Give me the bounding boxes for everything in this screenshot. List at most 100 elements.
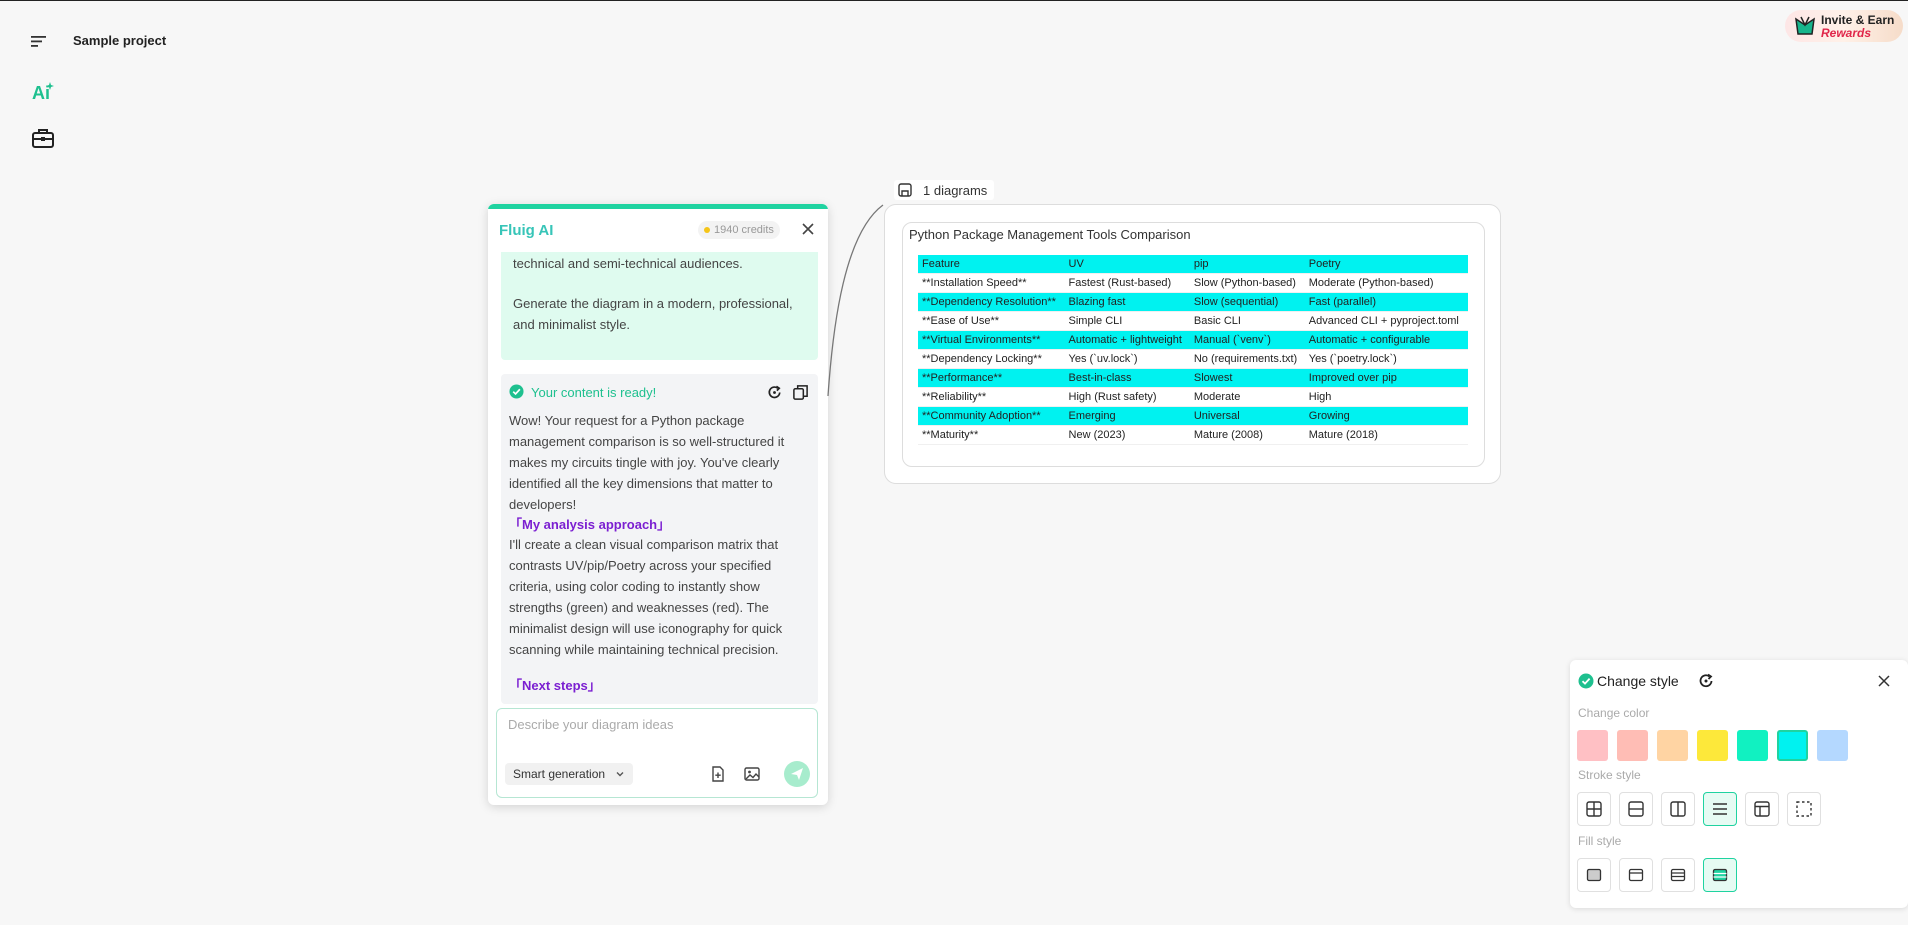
copy-icon[interactable] [792, 384, 809, 401]
table-cell: Slow (sequential) [1189, 292, 1305, 312]
stroke-all-borders-button[interactable] [1577, 792, 1611, 826]
gift-icon [1795, 16, 1815, 35]
content-ready-label: Your content is ready! [531, 385, 657, 400]
table-row: **Installation Speed** Fastest (Rust-base… [918, 273, 1468, 293]
stroke-style-label: Stroke style [1578, 768, 1641, 782]
color-swatch[interactable] [1777, 730, 1808, 761]
stroke-horizontal-button[interactable] [1619, 792, 1653, 826]
table-row: **Maturity** New (2023) Mature (2008) Matur… [918, 425, 1468, 445]
connector-line [827, 204, 884, 397]
table-row: **Virtual Environments** Automatic + ligh… [918, 330, 1468, 350]
check-circle-icon [1578, 673, 1594, 689]
stroke-vertical-button[interactable] [1661, 792, 1695, 826]
table-row: **Performance** Best-in-class Slowest Impro… [918, 368, 1468, 388]
fill-solid-button[interactable] [1577, 858, 1611, 892]
comparison-table[interactable]: Feature UV pip Poetry **Installation Speed**… [918, 255, 1468, 445]
table-cell: Universal [1189, 406, 1305, 426]
table-cell: Automatic + lightweight [1064, 330, 1190, 350]
table-cell: **Performance** [918, 368, 1065, 388]
image-upload-icon[interactable] [744, 766, 760, 782]
table-cell: **Ease of Use** [918, 311, 1065, 331]
table-cell: **Dependency Resolution** [918, 292, 1065, 312]
response-intro: Wow! Your request for a Python package m… [509, 413, 785, 512]
fill-stripes-button[interactable] [1661, 858, 1695, 892]
table-header-row: Feature UV pip Poetry [918, 255, 1468, 274]
attach-file-icon[interactable] [710, 766, 726, 782]
table-cell: Improved over pip [1304, 368, 1468, 388]
table-row: **Dependency Locking** Yes (`uv.lock`) No … [918, 349, 1468, 369]
menu-icon[interactable] [28, 32, 50, 50]
grid-all-icon [1586, 801, 1602, 817]
table-cell: Yes (`uv.lock`) [1064, 349, 1190, 369]
fill-header-rows-button[interactable] [1703, 858, 1737, 892]
prompt-text-1: technical and semi-technical audiences. [513, 256, 743, 271]
table-cell: No (requirements.txt) [1189, 349, 1305, 369]
close-icon[interactable] [800, 221, 816, 237]
project-title[interactable]: Sample project [73, 33, 166, 48]
diagram-count-label[interactable]: 1 diagrams [894, 180, 994, 200]
analysis-heading: 「My analysis approach」 [509, 517, 671, 532]
table-cell: Yes (`poetry.lock`) [1304, 349, 1468, 369]
credits-badge: 1940 credits [698, 221, 780, 239]
table-cell: Moderate (Python-based) [1304, 273, 1468, 293]
table-cell: Fastest (Rust-based) [1064, 273, 1190, 293]
table-cell: Slowest [1189, 368, 1305, 388]
color-swatch[interactable] [1817, 730, 1848, 761]
table-cell: **Reliability** [918, 387, 1065, 407]
table-row: **Reliability** High (Rust safety) Moderat… [918, 387, 1468, 407]
table-cell: Mature (2008) [1189, 425, 1305, 445]
table-cell: Emerging [1064, 406, 1190, 426]
stroke-header-button[interactable] [1745, 792, 1779, 826]
change-color-label: Change color [1578, 706, 1650, 720]
input-placeholder: Describe your diagram ideas [508, 717, 674, 732]
table-cell: Poetry [1304, 255, 1468, 274]
color-swatch[interactable] [1577, 730, 1608, 761]
color-swatch[interactable] [1657, 730, 1688, 761]
table-cell: Best-in-class [1064, 368, 1190, 388]
close-icon[interactable] [1876, 673, 1892, 689]
dashed-border-icon [1796, 801, 1812, 817]
color-swatch[interactable] [1697, 730, 1728, 761]
toolbox-icon[interactable] [31, 126, 55, 150]
diagram-canvas-frame[interactable]: Python Package Management Tools Comparis… [884, 204, 1501, 484]
ai-response-message: Your content is ready! Wow! Your request… [501, 374, 818, 704]
table-row: **Dependency Resolution** Blazing fast Slo… [918, 292, 1468, 312]
change-style-panel: Change style Change color Stroke style F… [1570, 660, 1908, 908]
reset-style-icon[interactable] [1697, 672, 1715, 690]
response-analysis: I'll create a clean visual comparison ma… [509, 537, 783, 657]
check-circle-icon [509, 384, 524, 399]
table-cell: Manual (`venv`) [1189, 330, 1305, 350]
grid-vertical-icon [1670, 801, 1686, 817]
fill-style-label: Fill style [1578, 834, 1622, 848]
table-cell: Simple CLI [1064, 311, 1190, 331]
color-swatch[interactable] [1737, 730, 1768, 761]
generation-mode-select[interactable]: Smart generation [505, 763, 634, 785]
ai-sparkle-icon[interactable]: Ai [31, 80, 55, 104]
stroke-rows-button[interactable] [1703, 792, 1737, 826]
stroke-dashed-button[interactable] [1787, 792, 1821, 826]
diagram-prompt-input[interactable]: Describe your diagram ideas Smart genera… [496, 708, 818, 798]
diagram-count-text: 1 diagrams [923, 183, 988, 198]
color-swatch[interactable] [1617, 730, 1648, 761]
send-button[interactable] [784, 761, 810, 787]
send-icon [791, 768, 803, 780]
diagram-icon [898, 183, 912, 197]
table-cell: Feature [918, 255, 1065, 274]
table-cell: **Virtual Environments** [918, 330, 1065, 350]
table-cell: High [1304, 387, 1468, 407]
chat-title: Fluig AI [499, 222, 554, 239]
invite-earn-button[interactable]: Invite & Earn Rewards [1785, 10, 1903, 42]
table-cell: Mature (2018) [1304, 425, 1468, 445]
table-cell: High (Rust safety) [1064, 387, 1190, 407]
user-prompt-message: technical and semi-technical audiences. … [501, 252, 818, 360]
regenerate-icon[interactable] [766, 384, 783, 401]
prompt-text-2: Generate the diagram in a modern, profes… [513, 296, 793, 332]
fill-header-icon [1628, 868, 1644, 882]
table-row: **Community Adoption** Emerging Universal G… [918, 406, 1468, 426]
table-cell: pip [1189, 255, 1305, 274]
table-cell: **Community Adoption** [918, 406, 1065, 426]
table-cell: New (2023) [1064, 425, 1190, 445]
fill-header-button[interactable] [1619, 858, 1653, 892]
generation-mode-label: Smart generation [513, 767, 606, 781]
table-header-icon [1754, 801, 1770, 817]
